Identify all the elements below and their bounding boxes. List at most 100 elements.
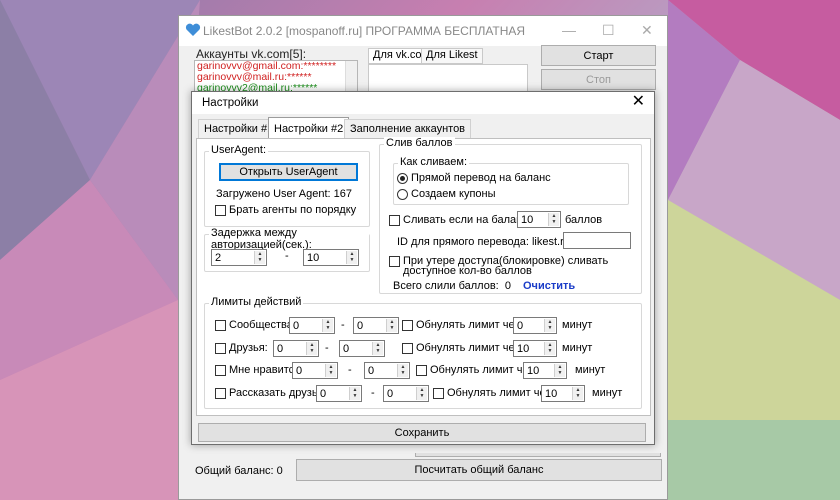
drain-threshold-unit: баллов — [565, 214, 603, 226]
delay-from-value: 2 — [215, 252, 222, 264]
limit-share-from-value: 0 — [320, 388, 327, 400]
accounts-scrollbar[interactable] — [345, 61, 357, 93]
minutes-label: минут — [592, 387, 623, 399]
stepper-arrows-icon[interactable]: ▲ ▼ — [386, 319, 397, 332]
limit-friends-from[interactable]: 0 ▲ ▼ — [273, 340, 319, 357]
main-window-title: LikestBot 2.0.2 [mospanoff.ru] ПРОГРАММА… — [203, 24, 526, 38]
useragent-loaded-text: Загружено User Agent: 167 — [216, 188, 353, 200]
stepper-arrows-icon[interactable]: ▲ ▼ — [548, 213, 559, 226]
stepper-arrows-icon[interactable]: ▲ ▼ — [349, 387, 360, 400]
tab-likest[interactable]: Для Likest — [421, 48, 483, 64]
limit-communities-from[interactable]: 0 ▲ ▼ — [289, 317, 335, 334]
sequential-agents-checkbox[interactable] — [215, 205, 226, 216]
heart-icon — [185, 23, 201, 36]
start-button[interactable]: Старт — [541, 45, 656, 66]
minutes-label: минут — [562, 342, 593, 354]
tab-fill-accounts[interactable]: Заполнение аккаунтов — [344, 119, 472, 138]
stepper-arrows-icon[interactable]: ▲ ▼ — [372, 342, 383, 355]
reset-share-value: 10 — [545, 388, 558, 400]
reset-friends-stepper[interactable]: 10 ▲ ▼ — [513, 340, 557, 357]
settings-dialog: Настройки ✕ Настройки #1 Настройки #2 За… — [191, 91, 655, 445]
total-balance-label: Общий баланс: 0 — [195, 465, 283, 477]
limit-dash: - — [348, 364, 352, 376]
reset-communities-value: 0 — [517, 320, 524, 332]
limit-communities-label: Сообщества: — [229, 319, 296, 331]
reset-communities-checkbox[interactable] — [402, 320, 413, 331]
stepper-arrows-icon[interactable]: ▲ ▼ — [254, 251, 265, 264]
limit-friends-to-value: 0 — [343, 343, 350, 355]
limit-communities-checkbox[interactable] — [215, 320, 226, 331]
limit-communities-from-value: 0 — [293, 320, 300, 332]
coupons-radio[interactable] — [397, 189, 408, 200]
stepper-arrows-icon[interactable]: ▲ ▼ — [554, 364, 565, 377]
count-balance-button[interactable]: Посчитать общий баланс — [296, 459, 662, 481]
limit-friends-label: Друзья: — [229, 342, 268, 354]
stepper-arrows-icon[interactable]: ▲ ▼ — [544, 342, 555, 355]
limit-share-checkbox[interactable] — [215, 388, 226, 399]
delay-from-stepper[interactable]: 2 ▲ ▼ — [211, 249, 267, 266]
dialog-title: Настройки — [202, 97, 259, 109]
drain-if-checkbox[interactable] — [389, 215, 400, 226]
drain-threshold-stepper[interactable]: 10 ▲ ▼ — [517, 211, 561, 228]
save-button[interactable]: Сохранить — [198, 423, 646, 442]
stop-button[interactable]: Стоп — [541, 69, 656, 90]
stepper-arrows-icon[interactable]: ▲ ▼ — [544, 319, 555, 332]
limit-dash: - — [341, 319, 345, 331]
stepper-arrows-icon[interactable]: ▲ ▼ — [572, 387, 583, 400]
stepper-arrows-icon[interactable]: ▲ ▼ — [322, 319, 333, 332]
reset-likes-stepper[interactable]: 10 ▲ ▼ — [523, 362, 567, 379]
limit-share-to-value: 0 — [387, 388, 394, 400]
close-icon[interactable]: ✕ — [641, 22, 653, 39]
limit-friends-from-value: 0 — [277, 343, 284, 355]
open-useragent-button[interactable]: Открыть UserAgent — [219, 163, 358, 181]
stepper-arrows-icon[interactable]: ▲ ▼ — [416, 387, 427, 400]
accounts-label: Аккаунты vk.com[5]: — [196, 47, 307, 61]
on-block-label-2: доступное кол-во баллов — [403, 265, 532, 277]
drain-group-label: Слив баллов — [384, 137, 455, 149]
coupons-label: Создаем купоны — [411, 188, 496, 200]
minutes-label: минут — [575, 364, 606, 376]
total-drained-label: Всего слили баллов: 0 — [393, 280, 511, 292]
delay-group-label: Задержка между авторизацией(сек.): — [209, 227, 369, 251]
stepper-arrows-icon[interactable]: ▲ ▼ — [346, 251, 357, 264]
settings-2-panel: UserAgent: Открыть UserAgent Загружено U… — [196, 137, 651, 416]
limit-dash: - — [325, 342, 329, 354]
limit-likes-from[interactable]: 0 ▲ ▼ — [292, 362, 338, 379]
limit-likes-to[interactable]: 0 ▲ ▼ — [364, 362, 410, 379]
reset-share-checkbox[interactable] — [433, 388, 444, 399]
limit-share-from[interactable]: 0 ▲ ▼ — [316, 385, 362, 402]
limit-likes-checkbox[interactable] — [215, 365, 226, 376]
limit-likes-to-value: 0 — [368, 365, 375, 377]
stepper-arrows-icon[interactable]: ▲ ▼ — [325, 364, 336, 377]
limit-share-to[interactable]: 0 ▲ ▼ — [383, 385, 429, 402]
limit-friends-to[interactable]: 0 ▲ ▼ — [339, 340, 385, 357]
accounts-list[interactable]: garinovvv@gmail.com:******** garinovvv@m… — [194, 60, 358, 94]
delay-to-value: 10 — [307, 252, 320, 264]
stepper-arrows-icon[interactable]: ▲ ▼ — [397, 364, 408, 377]
limit-dash: - — [371, 387, 375, 399]
direct-id-input[interactable] — [563, 232, 631, 249]
reset-communities-stepper[interactable]: 0 ▲ ▼ — [513, 317, 557, 334]
limits-group-label: Лимиты действий — [209, 296, 304, 308]
stepper-arrows-icon[interactable]: ▲ ▼ — [306, 342, 317, 355]
useragent-group-label: UserAgent: — [209, 144, 269, 156]
reset-friends-value: 10 — [517, 343, 530, 355]
drain-method-label: Как сливаем: — [398, 156, 470, 168]
direct-transfer-radio[interactable] — [397, 173, 408, 184]
tab-settings-2[interactable]: Настройки #2 — [268, 117, 350, 139]
on-block-checkbox[interactable] — [389, 256, 400, 267]
reset-share-stepper[interactable]: 10 ▲ ▼ — [541, 385, 585, 402]
obscured-button[interactable] — [415, 453, 661, 457]
reset-likes-checkbox[interactable] — [416, 365, 427, 376]
delay-to-stepper[interactable]: 10 ▲ ▼ — [303, 249, 359, 266]
minimize-icon[interactable]: — — [562, 22, 576, 38]
limit-likes-from-value: 0 — [296, 365, 303, 377]
direct-transfer-label: Прямой перевод на баланс — [411, 172, 551, 184]
clear-link[interactable]: Очистить — [523, 280, 575, 292]
limit-communities-to[interactable]: 0 ▲ ▼ — [353, 317, 399, 334]
limit-communities-to-value: 0 — [357, 320, 364, 332]
close-icon[interactable]: ✕ — [632, 94, 645, 110]
maximize-icon[interactable]: ☐ — [602, 22, 615, 39]
limit-friends-checkbox[interactable] — [215, 343, 226, 354]
reset-friends-checkbox[interactable] — [402, 343, 413, 354]
